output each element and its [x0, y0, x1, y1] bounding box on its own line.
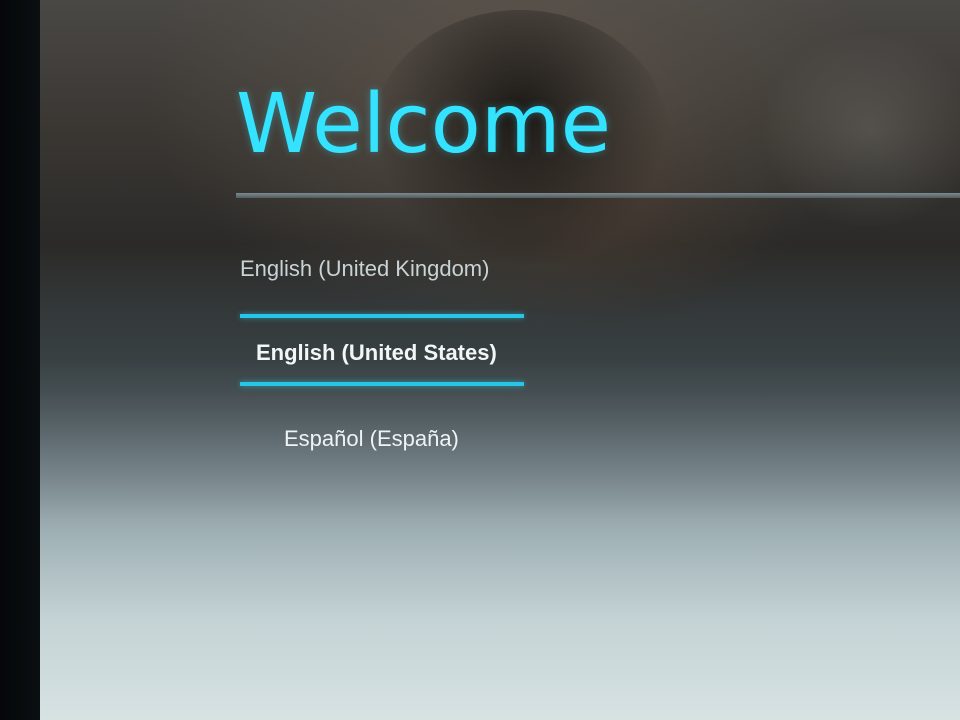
language-option-es-es[interactable]: Español (España) [284, 426, 459, 452]
title-divider [236, 193, 960, 198]
welcome-title: Welcome [236, 77, 612, 172]
screen-haze [40, 260, 960, 520]
language-option-en-us[interactable]: English (United States) [256, 340, 497, 366]
language-option-en-gb[interactable]: English (United Kingdom) [240, 256, 489, 282]
setup-screen: Welcome English (United Kingdom) English… [40, 0, 960, 720]
selection-line-top [240, 314, 524, 318]
screen-glare [760, 30, 960, 230]
selection-line-bottom [240, 382, 524, 386]
language-selection-frame: English (United States) [240, 314, 524, 390]
photo-of-tablet: Welcome English (United Kingdom) English… [0, 0, 960, 720]
